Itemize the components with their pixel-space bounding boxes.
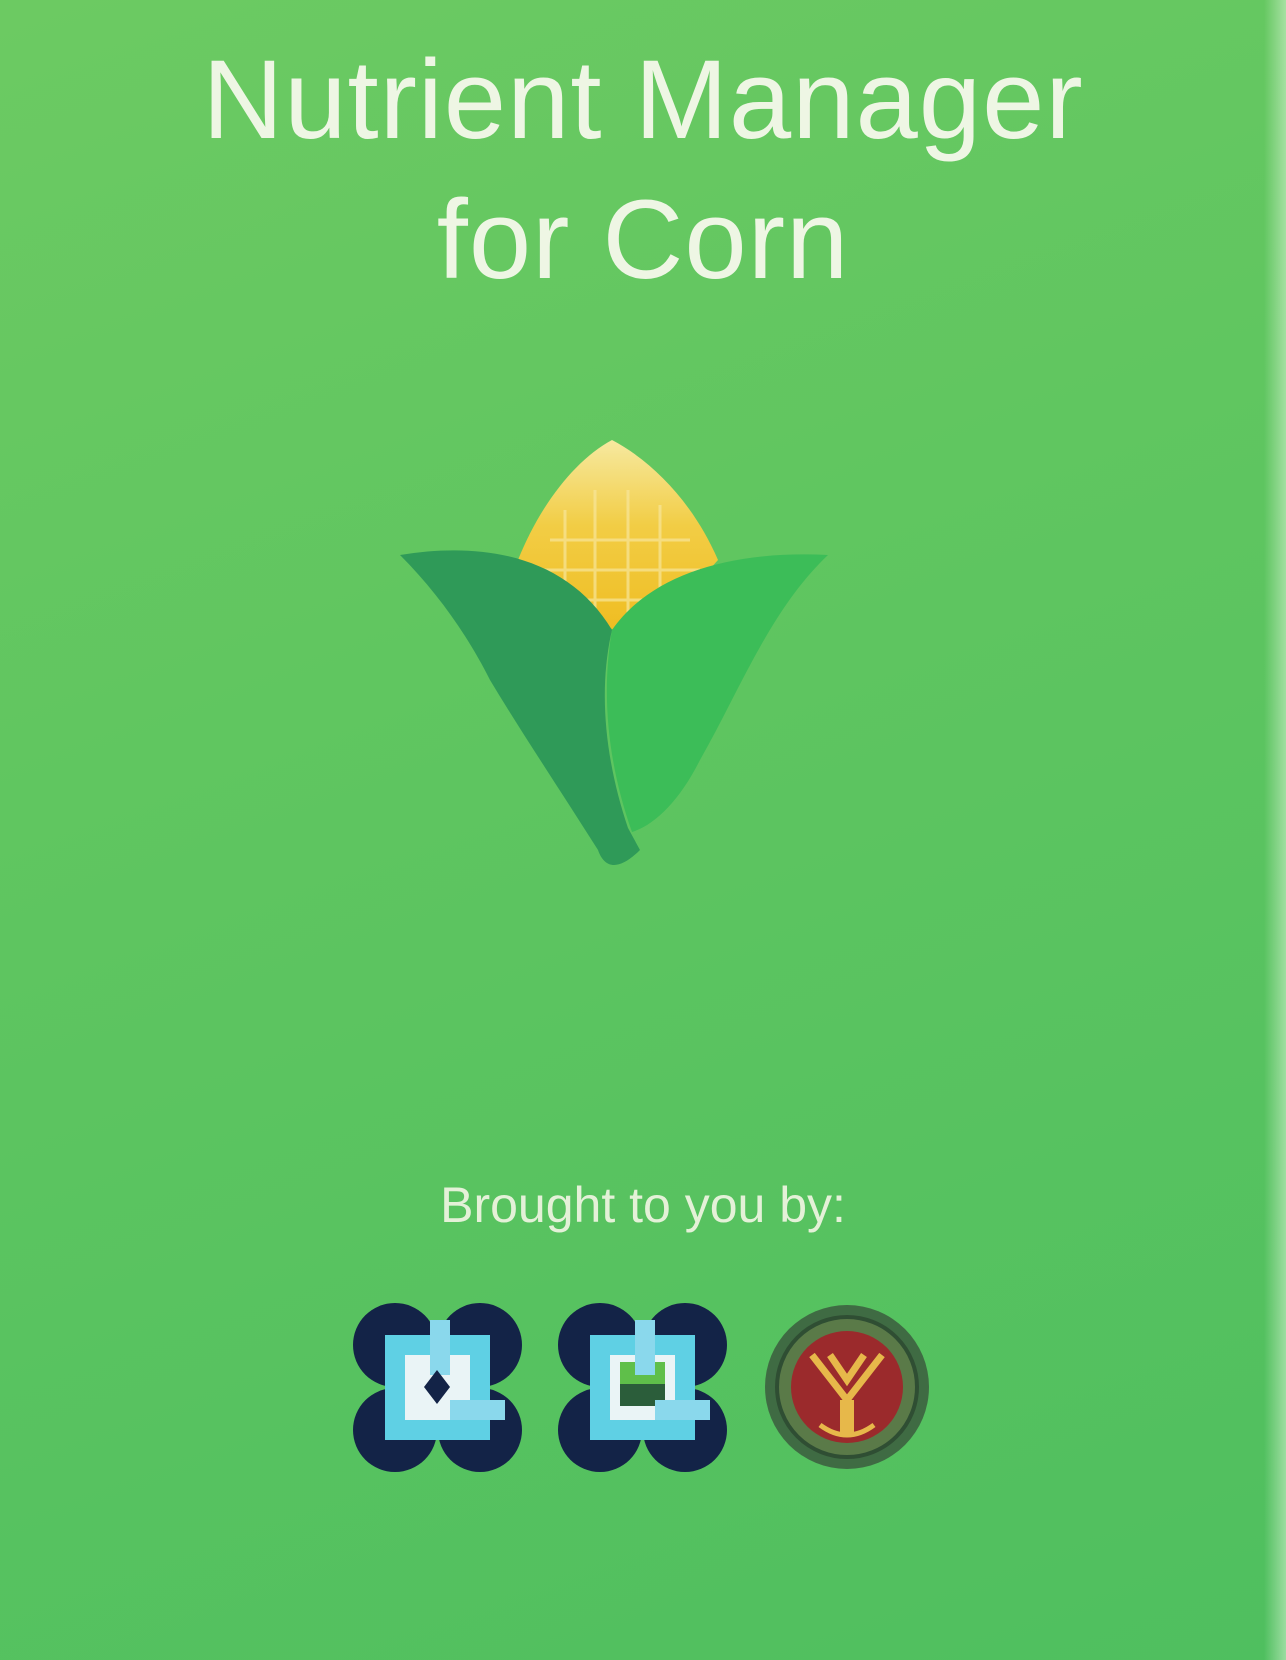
splash-screen: Nutrient Manager for Corn Brought to you… bbox=[0, 0, 1286, 1660]
app-title-line-1: Nutrient Manager bbox=[202, 37, 1084, 162]
agency-logo-1 bbox=[350, 1300, 525, 1475]
app-title-line-2: for Corn bbox=[436, 177, 850, 302]
university-seal bbox=[760, 1300, 935, 1475]
credits-label: Brought to you by: bbox=[440, 1177, 846, 1233]
partner-logos bbox=[350, 1300, 950, 1475]
corn-icon bbox=[400, 430, 880, 910]
app-title: Nutrient Manager for Corn bbox=[0, 30, 1286, 310]
agency-logo-2 bbox=[555, 1300, 730, 1475]
